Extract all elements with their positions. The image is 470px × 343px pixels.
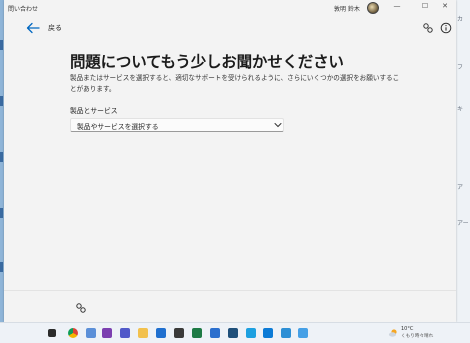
- desktop-edge-mark: [0, 40, 3, 50]
- settings-icon[interactable]: [281, 328, 291, 338]
- excel-icon[interactable]: [192, 328, 202, 338]
- desktop-edge-mark: [0, 262, 3, 272]
- avatar[interactable]: [367, 2, 379, 14]
- share-icon[interactable]: [75, 302, 87, 314]
- chrome-icon[interactable]: [68, 328, 78, 338]
- terminal-icon[interactable]: [174, 328, 184, 338]
- footer: [4, 290, 456, 323]
- share-icon[interactable]: [422, 22, 434, 34]
- description-text: 製品またはサービスを選択すると、適切なサポートを受けられるように、さらにいくつか…: [70, 74, 400, 93]
- network-icon[interactable]: [86, 328, 96, 338]
- taskview-icon[interactable]: [48, 329, 56, 337]
- teams-icon[interactable]: [120, 328, 130, 338]
- chevron-down-icon: [274, 123, 282, 128]
- product-field-label: 製品とサービス: [70, 107, 118, 115]
- desktop-right-label: アー: [457, 220, 469, 227]
- page-title: 問題についてもう少しお聞かせください: [70, 53, 344, 71]
- product-service-dropdown[interactable]: 製品やサービスを選択する: [70, 118, 284, 132]
- file-explorer-icon[interactable]: [138, 328, 148, 338]
- info-icon[interactable]: [440, 22, 452, 34]
- outlook-icon[interactable]: [228, 328, 238, 338]
- get-help-window: 問い合わせ 敦明 鈴木 — ☐ ✕ 戻る 問題についてもう少しお聞かせください …: [4, 0, 456, 323]
- back-arrow-icon[interactable]: [26, 22, 40, 34]
- weather-description[interactable]: くもり時々晴れ: [401, 333, 433, 339]
- onenote-icon[interactable]: [102, 328, 112, 338]
- desktop-edge-mark: [0, 152, 3, 162]
- word-icon[interactable]: [210, 328, 220, 338]
- desktop-right-label: ア: [457, 184, 464, 191]
- weather-temperature[interactable]: 10°C: [401, 326, 413, 332]
- desktop-edge-mark: [0, 208, 3, 218]
- minimize-button[interactable]: —: [386, 0, 408, 12]
- desktop-right-label: カ: [457, 16, 464, 23]
- close-button[interactable]: ✕: [434, 0, 456, 12]
- dropdown-value: 製品やサービスを選択する: [77, 123, 159, 131]
- nav-bar: 戻る: [4, 20, 456, 38]
- desktop-right-edge: カ フ キ ア アー: [456, 0, 470, 322]
- weather-cloud-sun-icon[interactable]: [388, 328, 398, 338]
- user-name: 敦明 鈴木: [334, 6, 360, 13]
- chat-icon[interactable]: [246, 328, 256, 338]
- maximize-button[interactable]: ☐: [414, 0, 436, 12]
- taskbar: 10°C くもり時々晴れ: [0, 322, 470, 343]
- app-title: 問い合わせ: [8, 6, 39, 13]
- store-icon[interactable]: [263, 328, 273, 338]
- desktop-edge-mark: [0, 96, 3, 106]
- desktop-right-label: キ: [457, 106, 464, 113]
- title-bar[interactable]: 問い合わせ 敦明 鈴木 — ☐ ✕: [4, 0, 456, 16]
- sync-icon[interactable]: [298, 328, 308, 338]
- back-button[interactable]: 戻る: [48, 23, 62, 33]
- desktop-right-label: フ: [457, 64, 464, 71]
- calendar-icon[interactable]: [156, 328, 166, 338]
